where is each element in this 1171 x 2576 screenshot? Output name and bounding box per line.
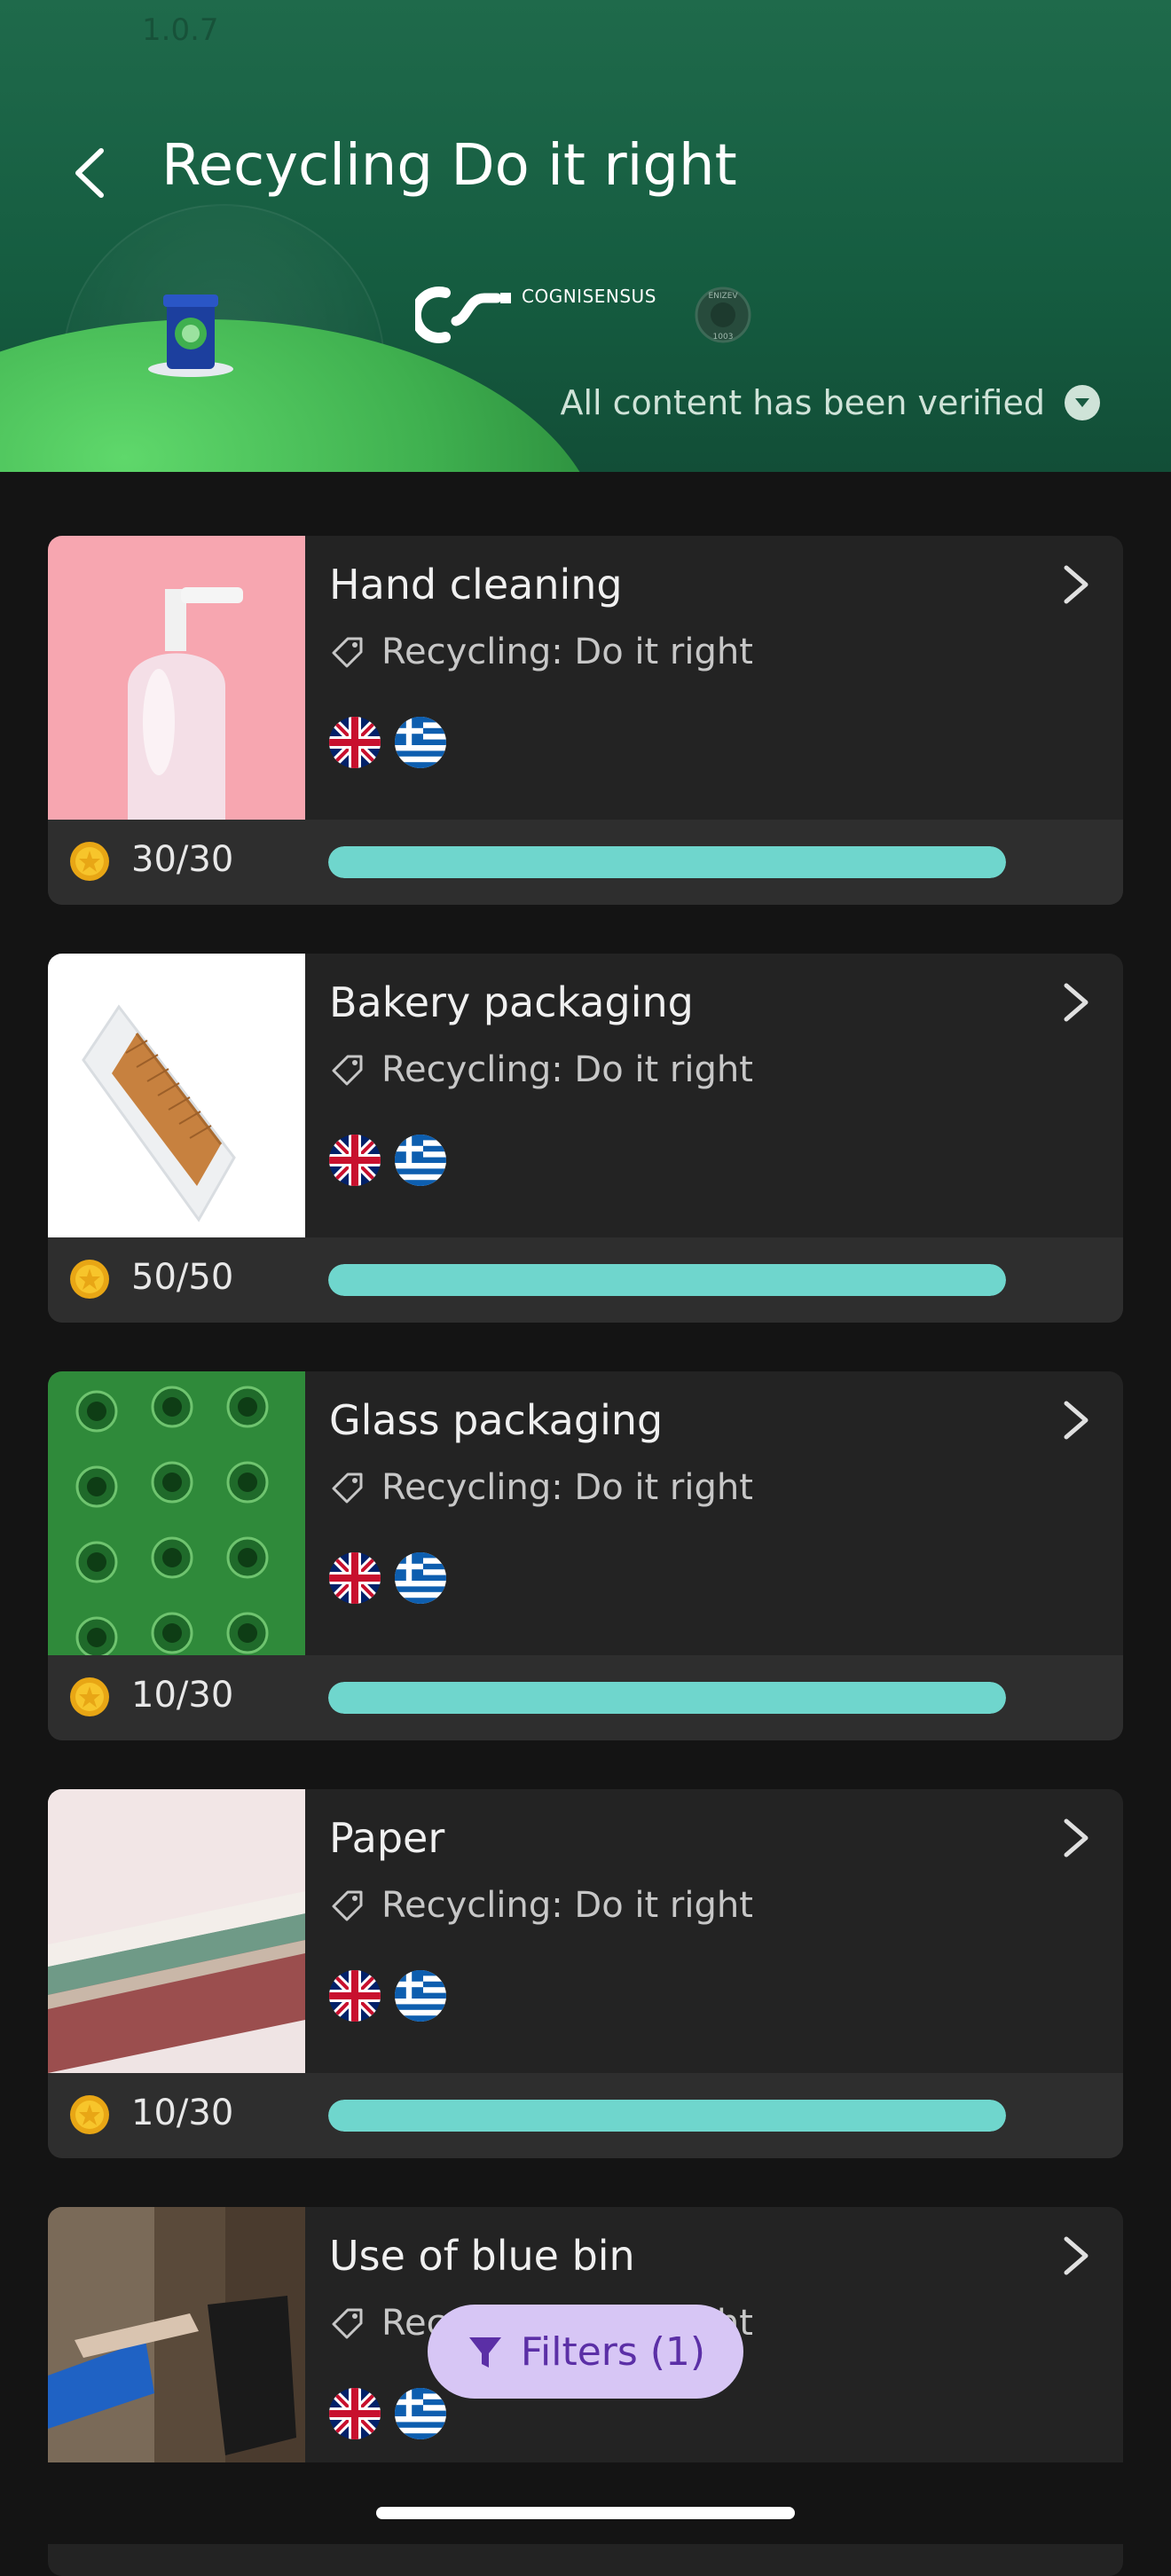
- partner-badge-logo: ENIZEV 1003: [695, 287, 751, 343]
- uk-flag-icon: [329, 717, 381, 768]
- card-tag: Recycling: Do it right: [330, 1467, 753, 1508]
- module-card[interactable]: Hand cleaning Recycling: Do it right 30/…: [48, 536, 1123, 905]
- card-tag: Recycling: Do it right: [330, 1885, 753, 1926]
- card-thumbnail-notebooks-stack: [48, 1789, 305, 2073]
- greece-flag-icon: [395, 2388, 446, 2439]
- uk-flag-icon: [329, 2388, 381, 2439]
- uk-flag-icon: [329, 1970, 381, 2022]
- chevron-right-icon: [1064, 565, 1088, 604]
- progress-bar: [328, 1264, 1006, 1296]
- chevron-right-icon: [1064, 1401, 1088, 1440]
- points-value: 50/50: [131, 1257, 234, 1298]
- tag-icon: [332, 2308, 363, 2339]
- card-thumbnail-soap-bottle: [48, 536, 305, 820]
- verified-dropdown[interactable]: All content has been verified: [560, 383, 1100, 422]
- points-value: 10/30: [131, 2093, 234, 2133]
- points-value: 10/30: [131, 1675, 234, 1716]
- language-flags: [329, 1135, 446, 1186]
- coin-icon: [70, 842, 109, 881]
- card-tag-label: Recycling: Do it right: [381, 1467, 753, 1508]
- back-chevron-icon[interactable]: [69, 147, 110, 199]
- badge-text-bottom: 1003: [713, 333, 734, 342]
- card-title: Use of blue bin: [329, 2232, 635, 2280]
- home-indicator[interactable]: [376, 2507, 795, 2519]
- coin-icon: [70, 2095, 109, 2134]
- partner-name: COGNISENSUS: [522, 286, 656, 307]
- coin-icon: [70, 1677, 109, 1716]
- card-tag-label: Recycling: Do it right: [381, 1885, 753, 1926]
- card-thumbnail-blue-bin-disposal: [48, 2207, 305, 2491]
- card-thumbnail-sliced-bread-bag: [48, 954, 305, 1237]
- chevron-right-icon: [1064, 1818, 1088, 1857]
- progress-bar-fill: [328, 846, 1006, 878]
- verified-text: All content has been verified: [560, 383, 1045, 422]
- coin-icon: [70, 1260, 109, 1299]
- language-flags: [329, 2388, 446, 2439]
- tag-icon: [332, 637, 363, 668]
- page-title: Recycling Do it right: [161, 133, 737, 199]
- card-tag: Recycling: Do it right: [330, 632, 753, 672]
- card-title: Hand cleaning: [329, 561, 623, 609]
- card-footer: 50/50: [48, 1237, 1123, 1323]
- card-footer: 10/30: [48, 2073, 1123, 2158]
- module-card[interactable]: Paper Recycling: Do it right 10/30: [48, 1789, 1123, 2158]
- progress-bar: [328, 846, 1006, 878]
- greece-flag-icon: [395, 1552, 446, 1604]
- cognisensus-logo-icon: [415, 287, 511, 343]
- progress-bar: [328, 2100, 1006, 2132]
- uk-flag-icon: [329, 1135, 381, 1186]
- filters-label: Filters (1): [520, 2329, 706, 2375]
- progress-bar-fill: [328, 1264, 1006, 1296]
- filters-button[interactable]: Filters (1): [428, 2305, 743, 2399]
- tag-icon: [332, 1055, 363, 1086]
- progress-bar-fill: [328, 2100, 1006, 2132]
- language-flags: [329, 1970, 446, 2022]
- module-card[interactable]: Bakery packaging Recycling: Do it right …: [48, 954, 1123, 1323]
- points-value: 30/30: [131, 839, 234, 880]
- chevron-right-icon: [1064, 983, 1088, 1022]
- header: 1.0.7 Recycling Do it right COGNISENSUS …: [0, 0, 1171, 472]
- module-card[interactable]: Glass packaging Recycling: Do it right 1…: [48, 1371, 1123, 1740]
- recycle-bin-icon: [148, 295, 233, 377]
- greece-flag-icon: [395, 1135, 446, 1186]
- card-title: Bakery packaging: [329, 978, 694, 1026]
- progress-bar: [328, 1682, 1006, 1714]
- card-title: Paper: [329, 1814, 445, 1862]
- filter-icon: [468, 2337, 501, 2368]
- badge-text-top: ENIZEV: [708, 292, 738, 301]
- version-label: 1.0.7: [142, 12, 219, 48]
- tag-icon: [332, 1890, 363, 1921]
- card-tag-label: Recycling: Do it right: [381, 1049, 753, 1090]
- progress-bar-fill: [328, 1682, 1006, 1714]
- greece-flag-icon: [395, 717, 446, 768]
- tag-icon: [332, 1473, 363, 1504]
- greece-flag-icon: [395, 1970, 446, 2022]
- language-flags: [329, 717, 446, 768]
- language-flags: [329, 1552, 446, 1604]
- bottom-safe-area: [0, 2462, 1171, 2544]
- card-footer: 30/30: [48, 820, 1123, 905]
- card-tag: Recycling: Do it right: [330, 1049, 753, 1090]
- card-footer: 10/30: [48, 1655, 1123, 1740]
- card-tag-label: Recycling: Do it right: [381, 632, 753, 672]
- card-thumbnail-green-glass-bottles: [48, 1371, 305, 1655]
- uk-flag-icon: [329, 1552, 381, 1604]
- caret-down-icon: [1065, 385, 1100, 420]
- chevron-right-icon: [1064, 2236, 1088, 2275]
- card-title: Glass packaging: [329, 1396, 664, 1444]
